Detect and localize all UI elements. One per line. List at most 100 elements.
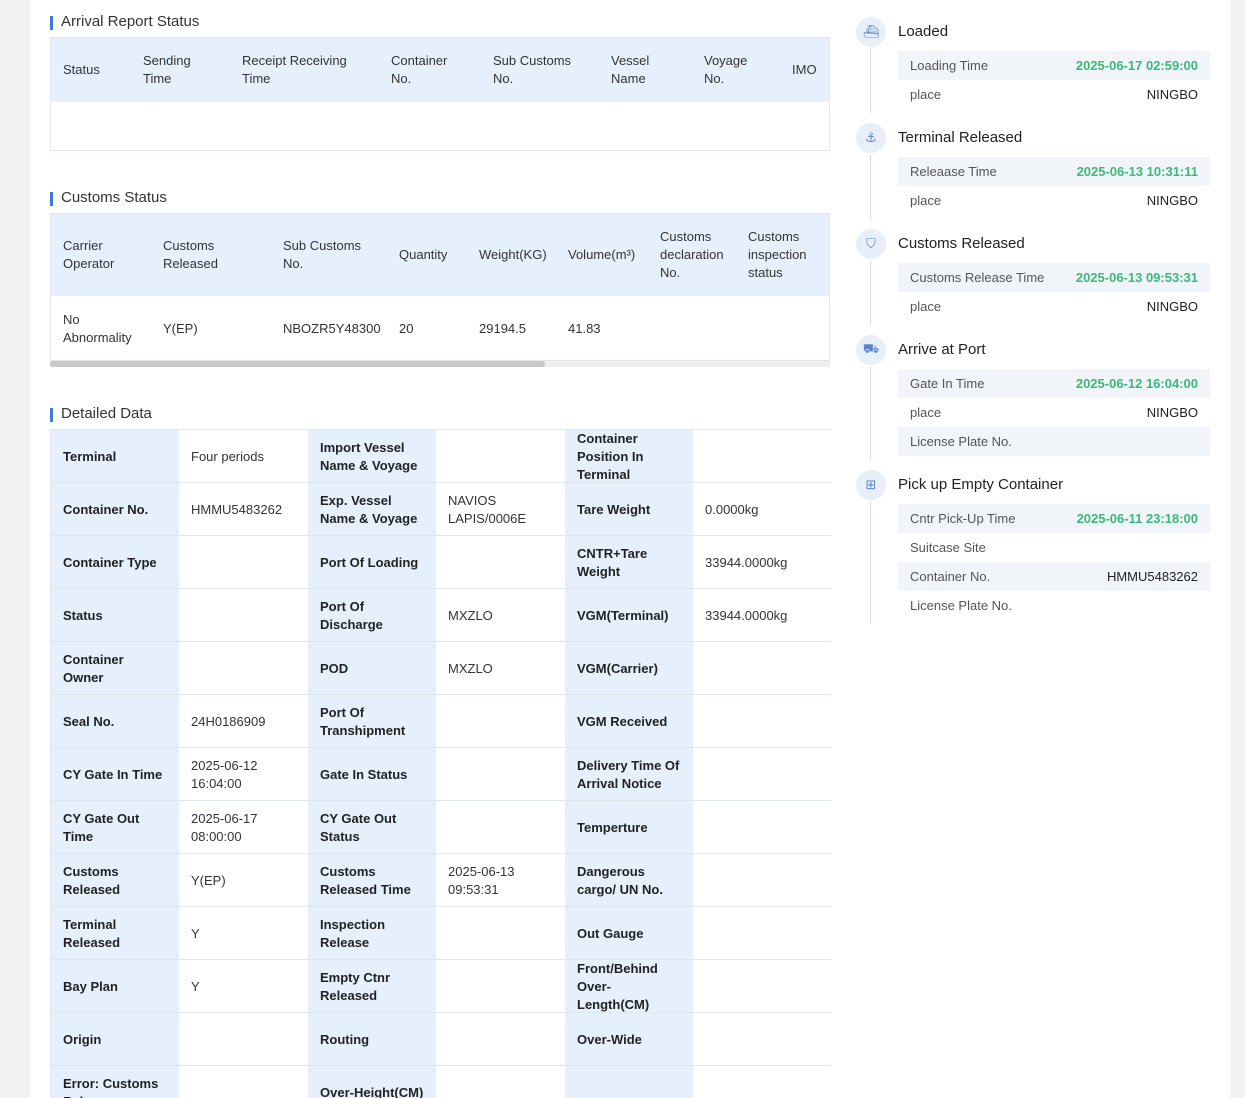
timeline-detail-key: place <box>910 299 942 314</box>
timeline-detail-row: Loading Time 2025-06-17 02:59:00 <box>898 51 1210 80</box>
customs-header-declaration-no[interactable]: Customs declaration No. <box>660 214 724 296</box>
detail-value <box>436 907 565 960</box>
detail-value <box>436 801 565 854</box>
customs-cell-sub-customs-no: NBOZR5Y48300 <box>283 321 381 336</box>
detail-label: Seal No. <box>51 695 179 748</box>
arrival-table-header: Status Sending Time Receipt Receiving Ti… <box>51 38 829 102</box>
detail-label: Container Type <box>51 536 179 589</box>
timeline-detail-row: Container No. HMMU5483262 <box>898 562 1210 591</box>
timeline-detail-row: Cntr Pick-Up Time 2025-06-11 23:18:00 <box>898 504 1210 533</box>
detail-label: Port Of Discharge <box>308 589 436 642</box>
timeline-detail-key: License Plate No. <box>910 434 1012 449</box>
truck-icon: ⛟ <box>856 335 886 365</box>
timeline-title: Arrive at Port <box>898 341 986 358</box>
detail-value <box>693 801 831 854</box>
timeline-detail-key: Gate In Time <box>910 376 985 391</box>
timeline-title: Pick up Empty Container <box>898 476 1064 493</box>
detail-value <box>693 430 831 483</box>
ship-loading-icon: ⛴ <box>856 17 886 47</box>
customs-header-customs-released[interactable]: Customs Released <box>163 214 218 296</box>
arrival-table: Status Sending Time Receipt Receiving Ti… <box>50 37 830 151</box>
timeline-detail-value: 2025-06-13 09:53:31 <box>1075 270 1198 285</box>
customs-header-volume[interactable]: Volume(m³) <box>568 214 635 296</box>
timeline-detail-key: License Plate No. <box>910 598 1012 613</box>
detail-value <box>179 589 308 642</box>
detail-value <box>179 1013 308 1066</box>
detail-value: MXZLO <box>436 589 565 642</box>
detail-row: CY Gate In Time 2025-06-12 16:04:00 Gate I… <box>51 747 831 801</box>
arrival-header-sending-time[interactable]: Sending Time <box>143 38 191 102</box>
detail-value <box>179 536 308 589</box>
detail-value: 2025-06-12 16:04:00 <box>179 748 308 801</box>
timeline-detail-row: License Plate No. <box>898 427 1210 456</box>
customs-horizontal-scrollbar[interactable] <box>50 361 830 367</box>
customs-header-carrier-operator[interactable]: Carrier Operator <box>63 214 114 296</box>
customs-scrollbar-thumb[interactable] <box>50 361 545 367</box>
arrival-header-status[interactable]: Status <box>63 38 100 102</box>
detail-value: 0.0000kg <box>693 483 831 536</box>
detail-value: Y <box>179 960 308 1013</box>
arrival-header-vessel-name[interactable]: Vessel Name <box>611 38 649 102</box>
customs-header-weight[interactable]: Weight(KG) <box>479 214 547 296</box>
detail-value <box>436 748 565 801</box>
detail-value <box>179 1066 308 1098</box>
detail-row: Origin Routing Over-Wide <box>51 1012 831 1066</box>
detail-label: Temperture <box>565 801 693 854</box>
detail-value <box>436 1066 565 1098</box>
detail-row: Seal No. 24H0186909 Port Of Transhipment VG… <box>51 694 831 748</box>
timeline-connector <box>870 49 871 113</box>
timeline-detail-value: NINGBO <box>1146 299 1198 314</box>
detail-label: Out Gauge <box>565 907 693 960</box>
detail-label: Gate In Status <box>308 748 436 801</box>
detail-label: Port Of Transhipment <box>308 695 436 748</box>
timeline-connector <box>870 261 871 325</box>
detail-value: 2025-06-17 08:00:00 <box>179 801 308 854</box>
detail-value <box>693 960 831 1013</box>
arrival-header-container-no[interactable]: Container No. <box>391 38 447 102</box>
detail-label: CY Gate Out Status <box>308 801 436 854</box>
customs-header-inspection-status[interactable]: Customs inspection status <box>748 214 807 296</box>
timeline-detail-row: Releaase Time 2025-06-13 10:31:11 <box>898 157 1210 186</box>
detail-value <box>693 642 831 695</box>
detail-label: Delivery Time Of Arrival Notice <box>565 748 693 801</box>
detail-label: Over-Wide <box>565 1013 693 1066</box>
customs-header-sub-customs-no[interactable]: Sub Customs No. <box>283 214 361 296</box>
arrival-header-voyage-no[interactable]: Voyage No. <box>704 38 747 102</box>
customs-cell-quantity: 20 <box>399 321 414 336</box>
detail-value: Y <box>179 907 308 960</box>
detail-label: Dangerous cargo/ UN No. <box>565 854 693 907</box>
customs-cell-weight: 29194.5 <box>479 321 526 336</box>
detail-label: Status <box>51 589 179 642</box>
detail-value: 33944.0000kg <box>693 589 831 642</box>
timeline-detail-key: place <box>910 193 942 208</box>
detail-row: Container Type Port Of Loading CNTR+Tare W… <box>51 535 831 589</box>
timeline-title: Customs Released <box>898 235 1025 252</box>
customs-cell-carrier-operator: No Abnormality <box>63 312 132 345</box>
detail-row: Status Port Of Discharge MXZLO VGM(Terminal… <box>51 588 831 642</box>
detail-value <box>693 1013 831 1066</box>
detail-label: Exp. Vessel Name & Voyage <box>308 483 436 536</box>
arrival-header-sub-customs-no[interactable]: Sub Customs No. <box>493 38 571 102</box>
detail-row: Container Owner POD MXZLO VGM(Carrier) <box>51 641 831 695</box>
detail-label: Terminal Released <box>51 907 179 960</box>
timeline-detail-row: License Plate No. <box>898 591 1210 620</box>
timeline-detail-key: Releaase Time <box>910 164 997 179</box>
detail-label: CNTR+Tare Weight <box>565 536 693 589</box>
arrival-header-imo[interactable]: IMO <box>792 38 817 102</box>
detail-value <box>436 536 565 589</box>
detail-value <box>693 1066 831 1098</box>
customs-header-quantity[interactable]: Quantity <box>399 214 447 296</box>
customs-cell-customs-released: Y(EP) <box>163 321 198 336</box>
detail-label: Import Vessel Name & Voyage <box>308 430 436 483</box>
detail-label: VGM(Terminal) <box>565 589 693 642</box>
detail-label: VGM Received <box>565 695 693 748</box>
detail-label <box>565 1066 693 1098</box>
detailed-data-table: Terminal Four periods Import Vessel Name &… <box>50 429 831 1098</box>
detail-value <box>436 695 565 748</box>
detail-value <box>693 907 831 960</box>
detail-label: Error: Customs Rel... <box>51 1066 179 1098</box>
arrival-header-receipt-time[interactable]: Receipt Receiving Time <box>242 38 347 102</box>
detail-row: Error: Customs Rel... Over-Height(CM) <box>51 1065 831 1098</box>
detail-value: HMMU5483262 <box>179 483 308 536</box>
detail-label: Port Of Loading <box>308 536 436 589</box>
